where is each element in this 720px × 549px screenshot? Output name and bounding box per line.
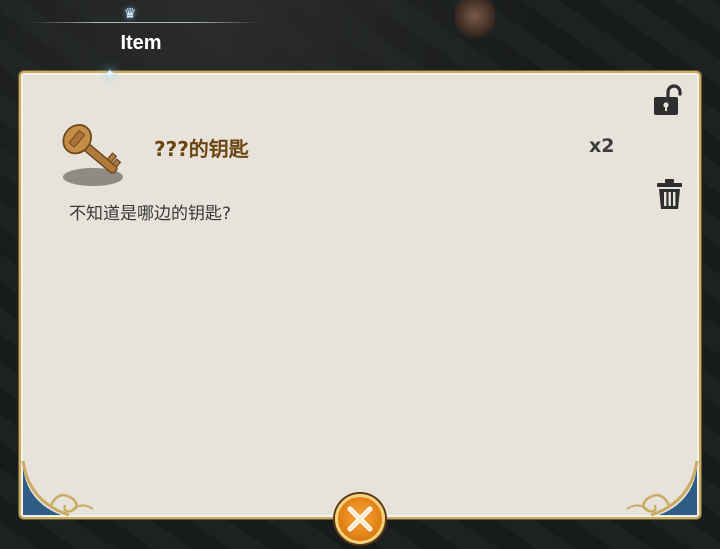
tab-divider-line [30, 22, 260, 23]
item-count: x2 [589, 135, 615, 157]
item-name: ???的钥匙 [154, 137, 249, 161]
unlock-button[interactable] [650, 83, 684, 117]
delete-button[interactable] [653, 177, 687, 211]
item-tab-header: ♛ Item [20, 0, 270, 72]
unlock-icon [654, 84, 682, 115]
trash-icon [657, 179, 682, 209]
glow-ornament-icon: ✦ [104, 67, 116, 82]
item-detail-panel: ???的钥匙 x2 不知道是哪边的钥匙? [19, 71, 701, 519]
item-description: 不知道是哪边的钥匙? [69, 204, 232, 224]
close-button[interactable] [335, 494, 385, 544]
background-character [455, 0, 495, 40]
close-icon [347, 506, 373, 532]
tab-title: Item [120, 32, 162, 54]
corner-ornament-left [21, 460, 94, 517]
corner-ornament-right [626, 460, 699, 517]
key-icon [62, 124, 123, 186]
crown-ornament-icon: ♛ [123, 6, 137, 22]
